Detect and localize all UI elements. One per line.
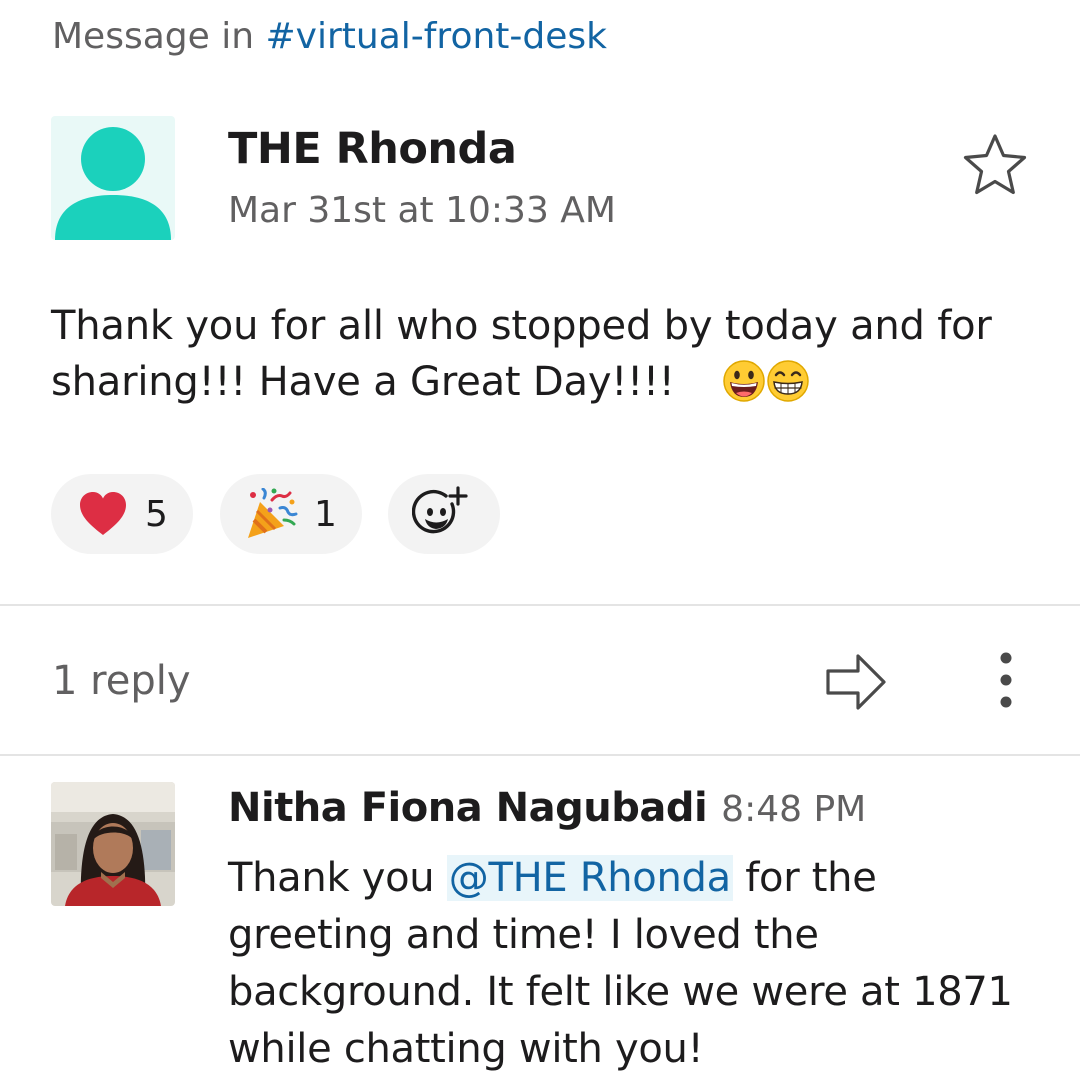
reply-text-start: Thank you <box>228 855 447 901</box>
reply-timestamp: 8:48 PM <box>721 789 867 830</box>
grinning-face-icon <box>722 360 765 402</box>
divider <box>0 754 1080 756</box>
reply-header: Nitha Fiona Nagubadi 8:48 PM <box>228 785 866 831</box>
message-timestamp: Mar 31st at 10:33 AM <box>228 190 616 231</box>
user-mention[interactable]: @THE Rhonda <box>446 855 733 901</box>
divider <box>0 604 1080 606</box>
reply-text: Thank you @THE Rhonda for the greeting a… <box>228 850 1048 1078</box>
add-reaction-button[interactable] <box>388 474 500 554</box>
star-button[interactable] <box>960 132 1030 198</box>
more-actions-button[interactable] <box>986 648 1026 714</box>
reply-author-avatar[interactable] <box>51 782 175 906</box>
reaction-party[interactable]: 1 <box>220 474 362 554</box>
share-button[interactable] <box>822 650 890 714</box>
default-user-icon <box>55 127 171 240</box>
beaming-face-icon <box>766 360 809 402</box>
message-text: Thank you for all who stopped by today a… <box>51 298 1041 410</box>
reaction-count: 1 <box>314 493 337 535</box>
star-icon <box>963 134 1027 195</box>
message-context: Message in #virtual-front-desk <box>52 16 607 57</box>
share-arrow-icon <box>826 654 886 710</box>
profile-photo-icon <box>51 782 175 906</box>
party-popper-icon <box>248 488 298 538</box>
reply-author-name[interactable]: Nitha Fiona Nagubadi <box>228 785 708 831</box>
add-reaction-icon <box>412 486 468 534</box>
reaction-count: 5 <box>145 493 168 535</box>
vertical-ellipsis-icon <box>1000 652 1012 708</box>
context-prefix: Message in <box>52 16 255 57</box>
channel-link[interactable]: #virtual-front-desk <box>266 16 608 57</box>
reaction-heart[interactable]: 5 <box>51 474 193 554</box>
author-name[interactable]: THE Rhonda <box>228 124 517 174</box>
reply-count[interactable]: 1 reply <box>52 658 191 704</box>
author-avatar[interactable] <box>51 116 175 240</box>
heart-icon <box>80 492 126 535</box>
message-text-content: Thank you for all who stopped by today a… <box>51 303 992 405</box>
